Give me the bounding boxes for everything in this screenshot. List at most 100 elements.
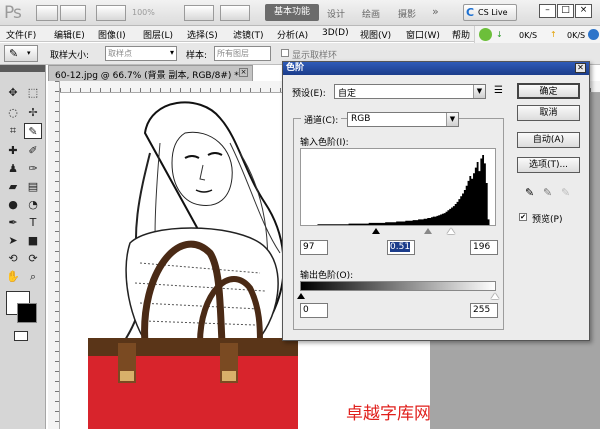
maximize-button[interactable]: □ <box>557 4 574 18</box>
output-black-field[interactable]: 0 <box>300 303 328 318</box>
menu-image[interactable]: 图像(I) <box>98 28 126 41</box>
output-white-field[interactable]: 255 <box>470 303 498 318</box>
cs-live-label: CS Live <box>478 8 508 17</box>
input-gamma-slider[interactable] <box>424 228 432 234</box>
path-select-tool-icon[interactable]: ➤ <box>4 233 22 249</box>
quick-select-tool-icon[interactable]: ✢ <box>24 105 42 121</box>
output-black-slider[interactable] <box>297 293 305 299</box>
more-workspaces-icon[interactable]: » <box>432 5 439 18</box>
sample-size-select[interactable]: 取样点 ▾ <box>105 46 177 61</box>
close-tab-icon[interactable]: × <box>239 68 248 77</box>
minimize-button[interactable]: – <box>539 4 556 18</box>
menu-view[interactable]: 视图(V) <box>360 28 391 41</box>
gray-point-eyedropper-icon[interactable]: ✎ <box>543 186 552 199</box>
screen-mode-button[interactable] <box>220 5 250 21</box>
zoom-tool-icon[interactable]: ⌕ <box>24 269 42 285</box>
workspace-design[interactable]: 设计 <box>327 7 345 20</box>
input-black-field[interactable]: 97 <box>300 240 328 255</box>
output-white-slider[interactable] <box>491 293 499 299</box>
menu-file[interactable]: 文件(F) <box>6 28 36 41</box>
white-point-eyedropper-icon[interactable]: ✎ <box>561 186 570 199</box>
ok-button[interactable]: 确定 <box>517 83 580 99</box>
sample-size-label: 取样大小: <box>50 51 90 61</box>
menu-3d[interactable]: 3D(D) <box>322 28 349 38</box>
show-ring-checkbox[interactable] <box>281 49 289 57</box>
view-extras-button[interactable] <box>96 5 126 21</box>
check-icon: ✔ <box>520 213 526 221</box>
menu-layer[interactable]: 图层(L) <box>143 28 173 41</box>
upload-speed: 0K/S <box>567 31 586 40</box>
tools-panel-header <box>0 65 45 72</box>
dialog-title: 色阶 <box>286 63 305 73</box>
black-point-eyedropper-icon[interactable]: ✎ <box>525 186 534 199</box>
channel-select[interactable]: RGB ▼ <box>347 112 459 127</box>
clone-stamp-tool-icon[interactable]: ♟ <box>4 161 22 177</box>
channel-label: 通道(C): <box>301 113 342 126</box>
workspace-photography[interactable]: 摄影 <box>398 7 416 20</box>
dodge-tool-icon[interactable]: ◔ <box>24 197 42 213</box>
arrange-documents-button[interactable] <box>184 5 214 21</box>
chevron-down-icon: ▼ <box>473 85 485 98</box>
menu-edit[interactable]: 编辑(E) <box>54 28 85 41</box>
gradient-tool-icon[interactable]: ▤ <box>24 179 42 195</box>
levels-dialog: 色阶 ✕ 预设(E): 自定 ▼ ☰ 通道(C): RGB ▼ 输入色阶(I):… <box>282 61 590 341</box>
ie-icon <box>588 29 599 40</box>
input-white-field[interactable]: 196 <box>470 240 498 255</box>
dialog-close-icon[interactable]: ✕ <box>575 63 586 73</box>
marquee-tool-icon[interactable]: ⬚ <box>24 85 42 101</box>
output-levels-label: 输出色阶(O): <box>300 271 354 281</box>
foreground-color-swatch[interactable] <box>17 303 37 323</box>
pen-tool-icon[interactable]: ✒ <box>4 215 22 231</box>
crop-tool-icon[interactable]: ⌗ <box>4 123 22 139</box>
preview-checkbox[interactable]: ✔ <box>519 213 527 221</box>
input-gamma-value: 0.51 <box>390 242 411 252</box>
history-brush-tool-icon[interactable]: ✑ <box>24 161 42 177</box>
quick-mask-icon[interactable] <box>14 331 28 341</box>
menu-window[interactable]: 窗口(W) <box>406 28 440 41</box>
close-button[interactable]: × <box>575 4 592 18</box>
blur-tool-icon[interactable]: ● <box>4 197 22 213</box>
hand-tool-icon[interactable]: ✋ <box>4 269 22 285</box>
preview-label: 预览(P) <box>532 215 563 225</box>
type-tool-icon[interactable]: T <box>24 215 42 231</box>
lasso-tool-icon[interactable]: ◌ <box>4 105 22 121</box>
watermark: 卓越字库网 <box>346 404 431 424</box>
chevron-down-icon: ▾ <box>27 49 31 57</box>
document-tab[interactable]: 60-12.jpg @ 66.7% (背景 副本, RGB/8#) * × <box>48 65 253 81</box>
brush-tool-icon[interactable]: ✐ <box>24 143 42 159</box>
cancel-button[interactable]: 取消 <box>517 105 580 121</box>
eraser-tool-icon[interactable]: ▰ <box>4 179 22 195</box>
zoom-level[interactable]: 100% <box>132 8 155 17</box>
dialog-title-bar[interactable]: 色阶 ✕ <box>283 62 589 75</box>
menu-help[interactable]: 帮助 <box>452 28 470 41</box>
menu-filter[interactable]: 滤镜(T) <box>233 28 264 41</box>
move-tool-icon[interactable]: ✥ <box>4 85 22 101</box>
photoshop-window: Ps 100% 基本功能 设计 绘画 摄影 » C CS Live – □ × … <box>0 0 600 429</box>
preset-value: 自定 <box>338 89 357 99</box>
eyedropper-tool-icon[interactable]: ✎ <box>24 123 42 139</box>
bridge-button[interactable] <box>36 5 58 21</box>
cs-live-button[interactable]: C CS Live <box>463 4 517 21</box>
workspace-essentials[interactable]: 基本功能 <box>265 4 319 21</box>
input-black-slider[interactable] <box>372 228 380 234</box>
auto-button[interactable]: 自动(A) <box>517 132 580 148</box>
input-white-value: 196 <box>473 242 491 252</box>
sample-select[interactable]: 所有图层 <box>214 46 271 61</box>
mini-bridge-button[interactable] <box>60 5 86 21</box>
3d-rotate-tool-icon[interactable]: ⟲ <box>4 251 22 267</box>
histogram-plot <box>301 155 495 225</box>
options-button[interactable]: 选项(T)... <box>517 157 580 173</box>
menu-select[interactable]: 选择(S) <box>187 28 218 41</box>
vertical-ruler <box>48 81 60 429</box>
preset-options-icon[interactable]: ☰ <box>494 85 503 96</box>
sample-label: 样本: <box>186 51 208 61</box>
input-gamma-field[interactable]: 0.51 <box>387 240 415 255</box>
preset-select[interactable]: 自定 ▼ <box>334 84 486 99</box>
tool-preset-picker[interactable]: ✎ ▾ <box>4 45 38 62</box>
workspace-painting[interactable]: 绘画 <box>362 7 380 20</box>
input-white-slider[interactable] <box>447 228 455 234</box>
shape-tool-icon[interactable]: ■ <box>24 233 42 249</box>
healing-brush-tool-icon[interactable]: ✚ <box>4 143 22 159</box>
menu-analysis[interactable]: 分析(A) <box>277 28 308 41</box>
3d-orbit-tool-icon[interactable]: ⟳ <box>24 251 42 267</box>
